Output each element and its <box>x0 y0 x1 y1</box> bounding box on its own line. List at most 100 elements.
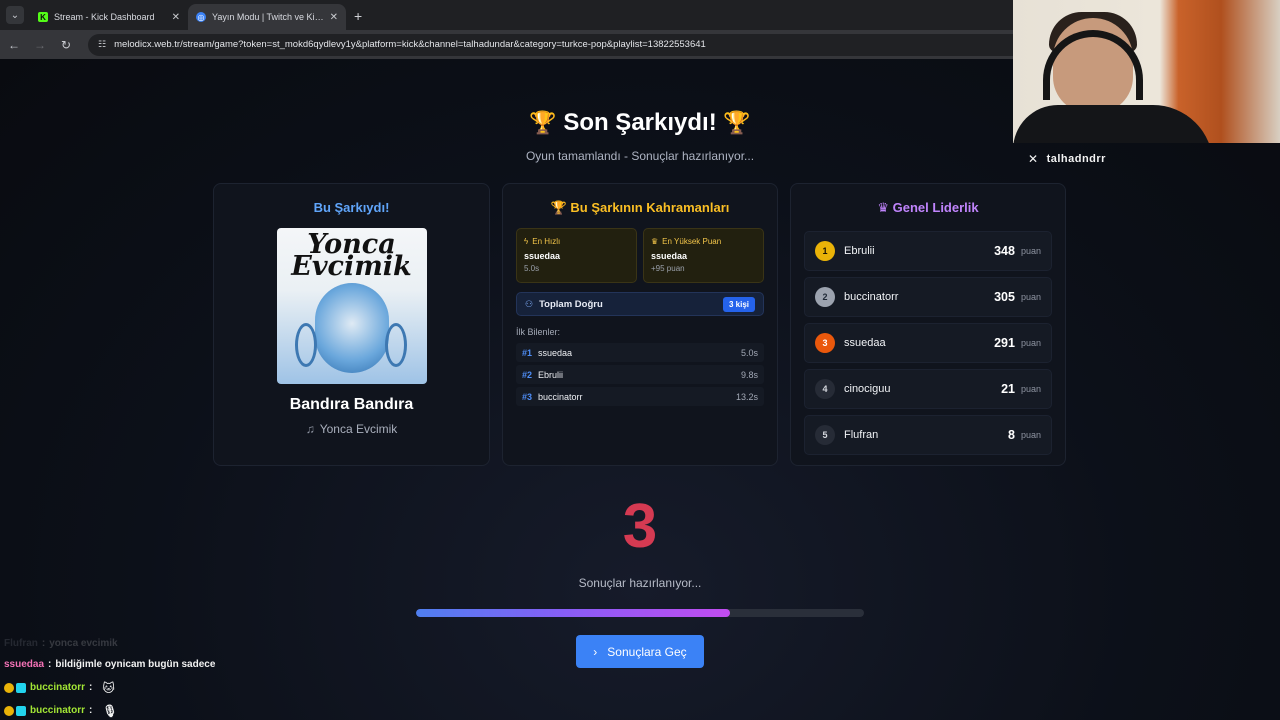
chat-user: buccinatorr <box>30 682 86 693</box>
first-guesser-rank: #3 <box>522 391 533 402</box>
badge-icon <box>4 682 14 693</box>
leaderboard-row: 2 buccinatorr 305 puan <box>804 277 1052 317</box>
heroes-card-title-text: Bu Şarkının Kahramanları <box>570 200 730 215</box>
crown-icon: ♛ <box>651 237 659 246</box>
tab-title: Yayın Modu | Twitch ve Kick ile <box>212 12 324 22</box>
tab-search-menu-icon[interactable]: ⌄ <box>6 6 24 24</box>
first-guesser-user: buccinatorr <box>538 391 583 402</box>
reload-icon[interactable]: ↻ <box>60 38 72 52</box>
close-tab-icon[interactable]: ✕ <box>330 12 338 23</box>
rank-badge: 1 <box>815 241 835 261</box>
artist-name: ♫ Yonca Evcimik <box>214 422 489 436</box>
rank-badge: 2 <box>815 287 835 307</box>
leaderboard-score: 8 <box>1008 428 1015 442</box>
chat-separator: : <box>48 659 52 670</box>
leaderboard-row: 3 ssuedaa 291 puan <box>804 323 1052 363</box>
social-handle-text: talhadndrr <box>1046 153 1106 165</box>
album-cover: Yonca Evcimik <box>276 228 427 384</box>
social-handle: ✕ talhadndrr <box>1028 152 1106 166</box>
badge-icon <box>16 682 26 693</box>
tab-title: Stream - Kick Dashboard <box>54 12 155 22</box>
go-to-results-button[interactable]: › Sonuçlara Geç <box>576 635 704 668</box>
leaderboard-score: 291 <box>994 336 1015 350</box>
leaderboard-user: cinociguu <box>844 383 891 395</box>
chat-message: ssuedaa : bildiğimle oynicam bugün sadec… <box>4 653 304 676</box>
microphone-emote-icon: 🎙 <box>102 703 118 718</box>
artist-name-text: Yonca Evcimik <box>319 422 398 436</box>
leaderboard-card: ♛ Genel Liderlik 1 Ebrulii 348 puan 2 bu… <box>790 183 1066 466</box>
chat-user: ssuedaa <box>4 659 45 670</box>
chat-text: bildiğimle oynicam bugün sadece <box>55 659 216 670</box>
leaderboard-row: 1 Ebrulii 348 puan <box>804 231 1052 271</box>
chat-user: buccinatorr <box>30 705 86 716</box>
rank-badge: 4 <box>815 379 835 399</box>
new-tab-icon[interactable]: + <box>354 8 362 24</box>
badge-icon <box>4 705 14 716</box>
leaderboard-row: 4 cinociguu 21 puan <box>804 369 1052 409</box>
song-card: Bu Şarkıydı! Yonca Evcimik Bandıra Bandı… <box>213 183 490 466</box>
chat-separator: : <box>89 705 93 716</box>
chat-separator: : <box>89 682 93 693</box>
chevron-right-icon: › <box>593 644 598 659</box>
chat-message: buccinatorr : 🐱 <box>4 676 304 699</box>
leaderboard-score: 305 <box>994 290 1015 304</box>
chat-overlay: Flufran : yonca evcimik ssuedaa : bildiğ… <box>4 633 304 720</box>
site-info-icon[interactable]: ☷ <box>98 39 106 50</box>
cover-portrait <box>314 283 389 373</box>
first-guesser-row: #3 buccinatorr 13.2s <box>516 387 764 406</box>
chat-badges <box>4 705 26 716</box>
trophy-icon: 🏆 <box>550 200 567 215</box>
first-guesser-rank: #2 <box>522 369 533 380</box>
rank-badge: 3 <box>815 333 835 353</box>
leaderboard-row: 5 Flufran 8 puan <box>804 415 1052 455</box>
chat-text: yonca evcimik <box>49 637 118 649</box>
heroes-card: 🏆 Bu Şarkının Kahramanları ϟ En Hızlı ssu… <box>502 183 778 466</box>
stat-label: En Hızlı <box>532 237 561 246</box>
progress-fill <box>416 609 730 617</box>
melodicx-favicon-icon: ◎ <box>196 12 206 22</box>
tab-kick-dashboard[interactable]: K Stream - Kick Dashboard ✕ <box>30 4 188 30</box>
first-guesser-user: Ebrulii <box>538 369 564 380</box>
cover-earring <box>384 323 407 367</box>
chat-badges <box>4 682 26 693</box>
cover-text-line: Evcimik <box>291 251 412 282</box>
first-guesser-row: #1 ssuedaa 5.0s <box>516 343 764 362</box>
forward-arrow-icon[interactable]: → <box>34 38 46 52</box>
close-tab-icon[interactable]: ✕ <box>172 12 180 23</box>
streamer-body <box>1013 105 1213 143</box>
address-bar[interactable]: ☷ melodicx.web.tr/stream/game?token=st_m… <box>88 33 1088 56</box>
first-guesser-time: 9.8s <box>740 369 758 380</box>
total-correct: ⚇ Toplam Doğru 3 kişi <box>516 292 764 316</box>
chat-message: buccinatorr : 🎙 <box>4 699 304 720</box>
fastest-stat: ϟ En Hızlı ssuedaa 5.0s <box>516 228 637 283</box>
countdown-number: 3 <box>622 492 658 561</box>
countdown-label: Sonuçlar hazırlanıyor... <box>578 576 702 590</box>
song-name: Bandıra Bandıra <box>289 396 414 413</box>
tab-yayin-modu[interactable]: ◎ Yayın Modu | Twitch ve Kick ile ✕ <box>188 4 346 30</box>
total-correct-label: Toplam Doğru <box>539 298 603 310</box>
music-note-icon: ♫ <box>305 422 315 436</box>
hero-stats: ϟ En Hızlı ssuedaa 5.0s ♛ En Yüksek Puan s… <box>503 228 777 283</box>
back-arrow-icon[interactable]: ← <box>8 38 20 52</box>
stat-user: ssuedaa <box>524 251 561 261</box>
page-title-text: Son Şarkıydı! <box>563 109 717 136</box>
leaderboard-title: ♛ Genel Liderlik <box>791 200 1065 216</box>
chat-message: Flufran : yonca evcimik <box>4 633 304 653</box>
chat-user: Flufran <box>4 637 38 649</box>
chat-separator: : <box>41 637 46 649</box>
stat-value: +95 puan <box>651 264 685 273</box>
cover-artist-text: Yonca Evcimik <box>277 231 427 282</box>
first-guesser-time: 13.2s <box>735 391 758 402</box>
trophy-icon: 🏆 <box>529 110 557 135</box>
score-unit: puan <box>1020 246 1041 256</box>
score-unit: puan <box>1020 384 1041 394</box>
leaderboard-user: buccinatorr <box>844 291 899 303</box>
leaderboard-user: Flufran <box>844 429 879 441</box>
url-text: melodicx.web.tr/stream/game?token=st_mok… <box>114 39 706 50</box>
score-unit: puan <box>1020 292 1041 302</box>
leaderboard-title-text: Genel Liderlik <box>892 200 979 215</box>
users-icon: ⚇ <box>525 298 534 309</box>
first-guessers-label: İlk Bilenler: <box>516 327 561 337</box>
leaderboard-score: 348 <box>994 244 1015 258</box>
song-card-title: Bu Şarkıydı! <box>313 200 390 215</box>
